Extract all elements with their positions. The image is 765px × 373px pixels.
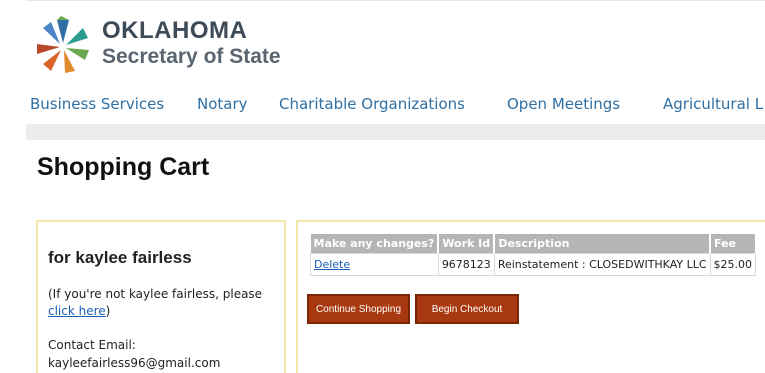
account-name: for kaylee fairless xyxy=(48,248,192,267)
col-header-description: Description xyxy=(494,234,712,254)
contact-email-value: kayleefairless96@gmail.com xyxy=(48,356,221,370)
contact-email-label: Contact Email: xyxy=(48,338,136,352)
site-header: OKLAHOMA Secretary of State Business Ser… xyxy=(26,0,765,124)
nav-notary[interactable]: Notary xyxy=(197,95,248,113)
cell-fee: $25.00 xyxy=(709,253,757,276)
cell-action: Delete xyxy=(310,253,439,276)
begin-checkout-button[interactable]: Begin Checkout xyxy=(415,294,519,324)
nav-agricultural[interactable]: Agricultural L xyxy=(663,95,763,113)
account-panel: for kaylee fairless (If you're not kayle… xyxy=(36,220,286,373)
nav-open-meetings[interactable]: Open Meetings xyxy=(507,95,620,113)
nav-business-services[interactable]: Business Services xyxy=(30,95,164,113)
cart-table: Make any changes? Work Id Description Fe… xyxy=(310,234,757,276)
header-divider-band xyxy=(26,124,765,140)
nav-charitable-organizations[interactable]: Charitable Organizations xyxy=(279,95,465,113)
brand-line-2: Secretary of State xyxy=(102,45,281,68)
switch-user-link[interactable]: click here xyxy=(48,304,106,318)
col-header-changes: Make any changes? xyxy=(310,234,440,254)
cell-work-id: 9678123 xyxy=(437,253,495,276)
main-nav: Business Services Notary Charitable Orga… xyxy=(26,95,765,119)
delete-link[interactable]: Delete xyxy=(314,258,350,271)
cart-header-row: Make any changes? Work Id Description Fe… xyxy=(310,234,757,254)
oklahoma-logo-icon[interactable] xyxy=(32,15,94,77)
col-header-work-id: Work Id xyxy=(438,234,496,254)
brand-line-1: OKLAHOMA xyxy=(102,17,248,44)
brand-wordmark[interactable]: OKLAHOMA Secretary of State xyxy=(102,18,281,69)
table-row: Delete 9678123 Reinstatement : CLOSEDWIT… xyxy=(310,253,757,276)
account-note-prefix: (If you're not kaylee fairless, please xyxy=(48,287,263,301)
continue-shopping-button[interactable]: Continue Shopping xyxy=(307,294,410,324)
page-title: Shopping Cart xyxy=(37,153,210,181)
account-note: (If you're not kaylee fairless, please c… xyxy=(48,286,280,320)
cell-description: Reinstatement : CLOSEDWITHKAY LLC xyxy=(493,253,711,276)
account-note-suffix: ) xyxy=(105,304,111,318)
col-header-fee: Fee xyxy=(710,234,757,254)
